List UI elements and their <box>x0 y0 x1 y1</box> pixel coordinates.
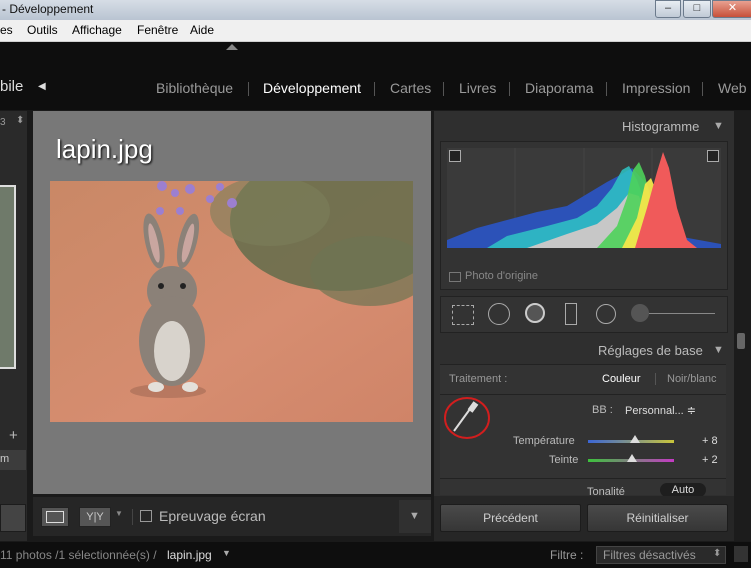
scrollbar-thumb[interactable] <box>737 333 745 349</box>
menu-item-edit[interactable]: es <box>0 23 13 37</box>
photo-count: 11 photos /1 sélectionnée(s) / <box>0 548 157 562</box>
red-eye-icon[interactable] <box>525 303 545 323</box>
reset-button[interactable]: Réinitialiser <box>587 504 728 532</box>
right-scrollbar[interactable] <box>734 111 751 541</box>
filter-stepper-icon: ⬍ <box>713 548 722 559</box>
tint-value[interactable]: + 2 <box>702 454 718 466</box>
identity-plate: bile <box>0 78 24 95</box>
module-web[interactable]: Web <box>718 80 747 96</box>
adjustment-brush-icon[interactable] <box>631 304 649 322</box>
original-photo-checkbox[interactable] <box>449 272 461 282</box>
histogram-chart <box>447 148 721 248</box>
spot-removal-icon[interactable] <box>488 303 510 325</box>
basic-collapse-icon[interactable]: ▼ <box>713 344 724 356</box>
histogram-collapse-icon[interactable]: ▼ <box>713 120 724 132</box>
center-toolbar: Y|Y ▼ Epreuvage écran ▼ <box>33 497 431 536</box>
original-photo-label: Photo d'origine <box>465 270 539 282</box>
left-panel-item[interactable]: m <box>0 450 26 470</box>
loupe-view-icon <box>46 511 64 523</box>
menu-bar: es Outils Affichage Fenêtre Aide <box>0 20 751 42</box>
left-panel-item-label: m <box>0 453 10 465</box>
crop-tool-icon[interactable] <box>452 305 474 325</box>
previous-button[interactable]: Précédent <box>440 504 581 532</box>
basic-panel: Traitement : Couleur Noir/blanc BB : Per… <box>440 364 726 498</box>
module-bar: bile ◀ Bibliothèque Développement Cartes… <box>0 42 751 110</box>
identity-arrow-icon[interactable]: ◀ <box>38 81 46 92</box>
toolbar-menu-button[interactable]: ▼ <box>399 500 431 533</box>
module-slideshow[interactable]: Diaporama <box>525 80 593 96</box>
histogram-panel: Photo d'origine <box>440 141 728 290</box>
wb-select[interactable]: Personnal... ≑ <box>625 404 696 417</box>
soft-proof-label: Epreuvage écran <box>159 508 266 524</box>
adjustment-brush-line <box>649 313 715 314</box>
navigator-preview <box>0 185 16 369</box>
tool-strip <box>440 296 728 333</box>
module-map[interactable]: Cartes <box>390 80 431 96</box>
title-bar: - Développement – □ ✕ <box>0 0 751 20</box>
toolbar-menu-icon: ▼ <box>409 510 420 522</box>
current-filename[interactable]: lapin.jpg <box>167 548 212 562</box>
rabbit-photo[interactable] <box>50 181 413 422</box>
filmstrip-toggle[interactable] <box>734 546 748 562</box>
menu-item-tools[interactable]: Outils <box>27 23 58 37</box>
window-title: - Développement <box>2 2 94 16</box>
filter-value: Filtres désactivés <box>603 548 696 562</box>
temp-value[interactable]: + 8 <box>702 435 718 447</box>
temp-slider-thumb[interactable] <box>630 435 641 443</box>
menu-item-view[interactable]: Affichage <box>72 23 122 37</box>
tint-label: Teinte <box>549 454 579 466</box>
filename-dropdown-icon[interactable]: ▼ <box>222 548 231 558</box>
soft-proof-checkbox[interactable] <box>140 510 152 522</box>
module-print[interactable]: Impression <box>622 80 690 96</box>
tint-slider-thumb[interactable] <box>626 454 637 462</box>
left-panel: 3 ⬍ + m <box>0 111 27 541</box>
histogram-header[interactable]: Histogramme <box>622 119 699 134</box>
module-develop[interactable]: Développement <box>263 80 361 96</box>
basic-header[interactable]: Réglages de base <box>598 343 703 358</box>
chevron-down-icon[interactable]: ▼ <box>115 509 123 518</box>
white-balance-selector-icon[interactable] <box>442 395 492 441</box>
left-panel-button[interactable] <box>0 504 26 532</box>
before-after-button[interactable]: Y|Y <box>79 507 111 527</box>
wb-label: BB : <box>592 404 613 416</box>
radial-filter-icon[interactable] <box>596 304 616 324</box>
photo-title: lapin.jpg <box>56 134 153 164</box>
shadow-clipping-button[interactable] <box>449 150 461 162</box>
module-book[interactable]: Livres <box>459 80 496 96</box>
maximize-button[interactable]: □ <box>683 0 711 18</box>
temp-label: Température <box>513 435 575 447</box>
loupe-view-button[interactable] <box>41 507 69 527</box>
left-panel-count: 3 <box>0 117 6 128</box>
highlight-clipping-button[interactable] <box>707 150 719 162</box>
status-bar: 11 photos /1 sélectionnée(s) / lapin.jpg… <box>0 542 751 568</box>
close-button[interactable]: ✕ <box>712 0 751 18</box>
filter-label: Filtre : <box>550 548 584 562</box>
treatment-label: Traitement : <box>449 373 508 385</box>
filter-select[interactable]: Filtres désactivés ⬍ <box>596 546 726 564</box>
module-library[interactable]: Bibliothèque <box>156 80 233 96</box>
add-preset-icon[interactable]: + <box>9 427 18 444</box>
auto-tone-button[interactable]: Auto <box>660 483 706 497</box>
treatment-color-option[interactable]: Couleur <box>602 373 641 385</box>
menu-item-help[interactable]: Aide <box>190 23 214 37</box>
minimize-button[interactable]: – <box>655 0 681 18</box>
treatment-bw-option[interactable]: Noir/blanc <box>667 373 717 385</box>
graduated-filter-icon[interactable] <box>565 303 577 325</box>
collapse-top-icon[interactable] <box>226 44 238 50</box>
left-panel-stepper-icon[interactable]: ⬍ <box>16 115 24 126</box>
menu-item-window[interactable]: Fenêtre <box>137 23 178 37</box>
